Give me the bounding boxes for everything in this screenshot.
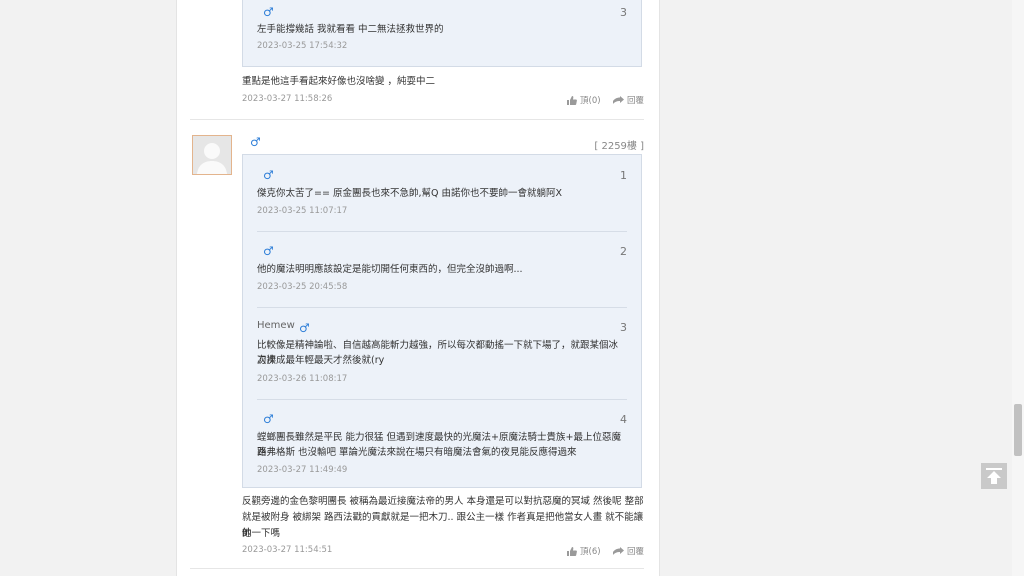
quote-item: ♂ 3 左手能撐幾話 我就看看 中二無法拯救世界的 2023-03-25 17:…	[257, 0, 627, 68]
scrollbar-thumb[interactable]	[1014, 404, 1022, 456]
quote-text-line: 次捧成最年輕最天才然後就(ry	[257, 355, 385, 366]
like-button[interactable]: 頂(0)	[567, 94, 601, 106]
male-icon: ♂	[250, 135, 261, 149]
quote-item: ♂ 2 他的魔法明明應該設定是能切開任何東西的，但完全沒帥過啊... 2023-…	[257, 231, 627, 307]
male-icon: ♂	[263, 5, 274, 19]
like-label: 頂(0)	[580, 96, 601, 106]
post-text: 重點是他這手看起來好像也沒啥變 ，純耍中二	[242, 76, 436, 87]
like-button[interactable]: 頂(6)	[567, 545, 601, 557]
scrollbar[interactable]	[1012, 0, 1024, 576]
reply-button[interactable]: 回覆	[613, 545, 644, 557]
quote-item: ♂ 1 傑克你太苦了== 原金團長也來不急帥,幫Q 由諾你也不要帥一會就躺阿X …	[257, 155, 627, 231]
post-text-line: 反觀旁邊的金色黎明團長 被稱為最近接魔法帝的男人 本身還是可以對抗惡魔的冥域 然…	[242, 496, 644, 507]
avatar[interactable]	[192, 135, 232, 175]
thumbs-up-icon	[567, 95, 577, 105]
default-avatar-icon	[193, 136, 231, 174]
quote-time: 2023-03-25 17:54:32	[257, 41, 348, 51]
quote-text: 左手能撐幾話 我就看看 中二無法拯救世界的	[257, 24, 444, 35]
thumbs-up-icon	[567, 546, 577, 556]
post-time: 2023-03-27 11:58:26	[242, 94, 333, 104]
quote-separator	[257, 231, 627, 232]
quote-number: 4	[620, 413, 627, 426]
quote-time: 2023-03-25 11:07:17	[257, 206, 348, 216]
quote-box-prev: ♂ 3 左手能撐幾話 我就看看 中二無法拯救世界的 2023-03-25 17:…	[242, 0, 642, 67]
quote-time: 2023-03-25 20:45:58	[257, 282, 348, 292]
reply-arrow-icon	[613, 96, 624, 104]
back-to-top-button[interactable]	[981, 463, 1007, 489]
quote-text: 傑克你太苦了== 原金團長也來不急帥,幫Q 由諾你也不要帥一會就躺阿X	[257, 188, 562, 199]
male-icon: ♂	[299, 321, 310, 335]
quote-box: ♂ 1 傑克你太苦了== 原金團長也來不急帥,幫Q 由諾你也不要帥一會就躺阿X …	[242, 154, 642, 488]
post-divider	[190, 568, 644, 569]
quote-time: 2023-03-26 11:08:17	[257, 374, 348, 384]
quote-number: 3	[620, 321, 627, 334]
reply-arrow-icon	[613, 547, 624, 555]
quote-number: 3	[620, 6, 627, 19]
quote-time: 2023-03-27 11:49:49	[257, 465, 348, 475]
quote-item: ♂ 4 螳螂團長雖然是平民 能力很猛 但遇到速度最快的光魔法+原魔法騎士貴族+最…	[257, 399, 627, 487]
male-icon: ♂	[263, 244, 274, 258]
post-time: 2023-03-27 11:54:51	[242, 545, 333, 555]
quote-text: 他的魔法明明應該設定是能切開任何東西的，但完全沒帥過啊...	[257, 264, 523, 275]
quote-number: 2	[620, 245, 627, 258]
post-text-line: 帥一下嗎	[242, 528, 281, 539]
reply-label: 回覆	[627, 547, 645, 557]
quote-separator	[257, 307, 627, 308]
quote-number: 1	[620, 169, 627, 182]
male-icon: ♂	[263, 412, 274, 426]
reply-label: 回覆	[627, 96, 645, 106]
quote-text-line: 西弗格斯 也沒輸吧 單論光魔法來說在場只有暗魔法會氣的夜見能反應得過來	[257, 447, 577, 458]
post-divider	[190, 119, 644, 120]
quote-item: Hemew ♂ 3 比較像是精神論啦、自信越高能斬力越強，所以每次都動搖一下就下…	[257, 307, 627, 399]
back-to-top-icon	[986, 468, 1002, 484]
quote-separator	[257, 399, 627, 400]
quote-author[interactable]: Hemew	[257, 320, 295, 331]
like-label: 頂(6)	[580, 547, 601, 557]
reply-button[interactable]: 回覆	[613, 94, 644, 106]
male-icon: ♂	[263, 168, 274, 182]
floor-number: [ 2259樓 ]	[594, 141, 644, 152]
